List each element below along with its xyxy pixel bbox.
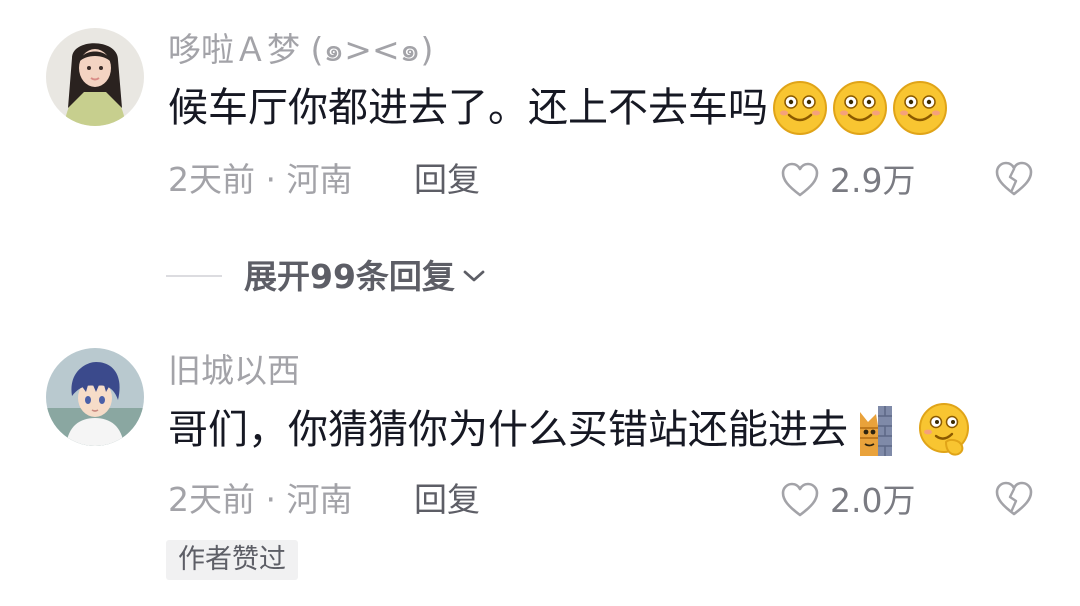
comment-body: 哥们，你猜猜你为什么买错站还能进去 — [168, 407, 848, 453]
divider — [166, 275, 222, 277]
heart-outline-icon[interactable] — [780, 161, 820, 199]
comment-body: 候车厅你都进去了。还上不去车吗 — [168, 85, 768, 131]
smiling-face-emoji — [892, 80, 948, 136]
comment-location: 河南 — [286, 160, 353, 199]
expand-replies-label: 展开99条回复 — [244, 256, 455, 296]
comment-time: 2天前 — [168, 480, 255, 519]
meta-separator: · — [265, 480, 277, 519]
chevron-down-icon — [463, 270, 485, 282]
broken-heart-icon[interactable] — [994, 160, 1034, 198]
comment-username[interactable]: 旧城以西 — [168, 354, 300, 387]
comment-username[interactable]: 哆啦Ａ梦 (๑><๑) — [168, 33, 433, 66]
comment-text: 哥们，你猜猜你为什么买错站还能进去 — [168, 402, 972, 458]
cat-peeking-wall-emoji — [856, 402, 912, 458]
author-liked-badge: 作者赞过 — [166, 540, 298, 580]
comment-time: 2天前 — [168, 160, 255, 199]
expand-replies-button[interactable]: 展开99条回复 — [166, 256, 487, 296]
like-count: 2.9万 — [830, 160, 916, 200]
comment-section: 哆啦Ａ梦 (๑><๑) 候车厅你都进去了。还上不去车吗 2天前 · 河南 回复 … — [0, 0, 1080, 606]
smiling-face-emoji — [772, 80, 828, 136]
smiling-face-emoji — [832, 80, 888, 136]
reply-button[interactable]: 回复 — [414, 163, 480, 196]
like-button[interactable]: 2.0万 — [780, 480, 915, 520]
comment-meta: 2天前 · 河南 — [168, 483, 353, 516]
meta-separator: · — [265, 160, 277, 199]
comment-text: 候车厅你都进去了。还上不去车吗 — [168, 80, 948, 136]
avatar[interactable] — [46, 348, 144, 446]
comment-location: 河南 — [286, 480, 353, 519]
comment-meta: 2天前 · 河南 — [168, 163, 353, 196]
like-button[interactable]: 2.9万 — [780, 160, 915, 200]
thinking-face-emoji — [916, 402, 972, 458]
reply-button[interactable]: 回复 — [414, 483, 480, 516]
heart-outline-icon[interactable] — [780, 481, 820, 519]
like-count: 2.0万 — [830, 480, 916, 520]
avatar[interactable] — [46, 28, 144, 126]
broken-heart-icon[interactable] — [994, 480, 1034, 518]
